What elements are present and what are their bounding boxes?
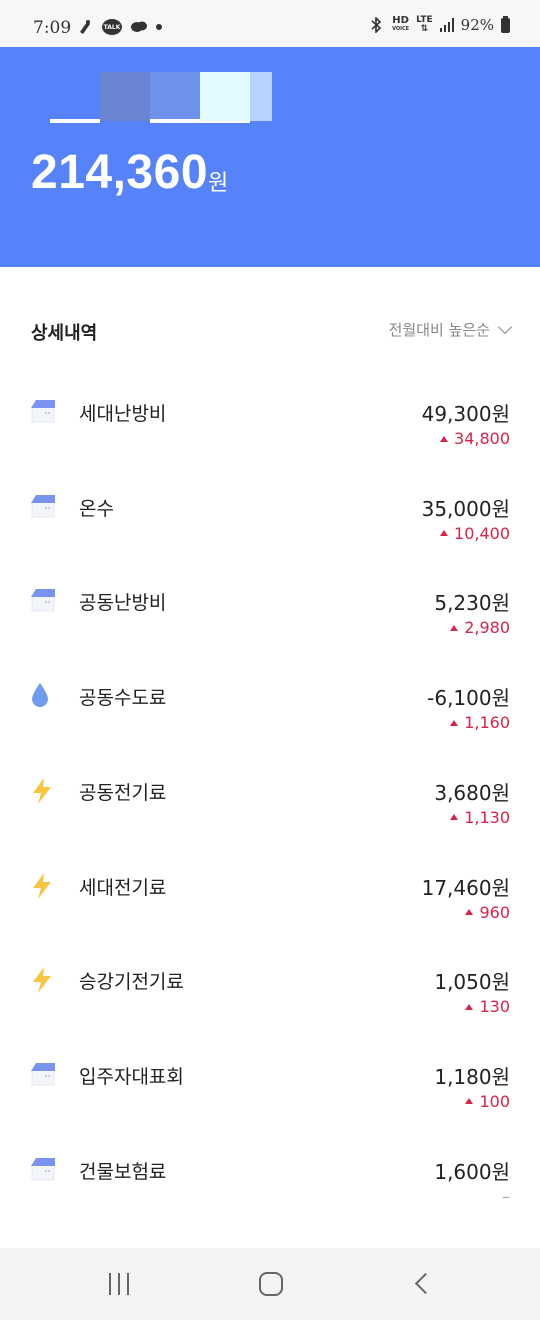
increase-arrow-icon	[450, 719, 459, 726]
status-bar: 7:09 TALK HD VOICE LTE ⇅ 92%	[0, 0, 540, 47]
section-title: 상세내역	[31, 323, 98, 344]
house-icon	[30, 493, 55, 519]
item-change: –	[502, 1187, 510, 1206]
signal-strength-icon	[439, 18, 454, 32]
increase-arrow-icon	[465, 1098, 474, 1105]
notification-icons: TALK	[76, 18, 162, 36]
item-change-value: 1,160	[464, 713, 510, 733]
list-item[interactable]: 온수 35,000원 10,400	[0, 493, 540, 583]
item-change: 34,800	[440, 429, 510, 448]
list-item[interactable]: 공동난방비 5,230원 2,980	[0, 587, 540, 677]
item-change-value: 10,400	[454, 523, 510, 543]
list-item[interactable]: 공동수도료 -6,100원 1,160	[0, 682, 540, 772]
back-button[interactable]	[414, 1272, 437, 1295]
list-item[interactable]: 승강기전기료 1,050원 130	[0, 966, 540, 1056]
item-change-value: –	[502, 1186, 510, 1206]
increase-arrow-icon	[440, 530, 449, 537]
battery-icon	[501, 15, 510, 33]
item-name: 공동전기료	[79, 781, 167, 804]
increase-arrow-icon	[440, 435, 449, 442]
lightning-icon	[30, 966, 54, 994]
hd-voice-sublabel: VOICE	[392, 26, 410, 32]
increase-arrow-icon	[465, 1003, 474, 1010]
item-name: 건물보험료	[79, 1160, 167, 1183]
home-button[interactable]	[259, 1272, 283, 1296]
item-name: 입주자대표회	[79, 1065, 184, 1088]
sort-dropdown[interactable]: 전월대비 높은순	[388, 319, 513, 340]
item-change: 2,980	[450, 618, 510, 637]
list-item[interactable]: 입주자대표회 1,180원 100	[0, 1061, 540, 1151]
item-amount: 1,050원	[434, 970, 510, 995]
item-change-value: 2,980	[464, 618, 510, 638]
increase-arrow-icon	[465, 909, 474, 915]
house-icon	[30, 398, 55, 424]
bluetooth-icon	[367, 16, 385, 34]
kakaotalk-icon: TALK	[102, 19, 122, 35]
item-change: 960	[465, 903, 510, 922]
chat-bubble-icon	[130, 18, 148, 36]
item-change: 130	[465, 997, 510, 1016]
item-change-value: 1,130	[464, 807, 510, 827]
list-item[interactable]: 건물보험료 1,600원 –	[0, 1156, 540, 1246]
item-amount: 5,230원	[434, 591, 510, 616]
water-drop-icon	[30, 682, 54, 708]
sort-label: 전월대비 높은순	[388, 321, 490, 339]
hd-voice-icon: HD VOICE	[392, 16, 409, 34]
item-amount: 17,460원	[421, 875, 510, 900]
item-name: 승강기전기료	[79, 971, 184, 994]
item-change-value: 960	[479, 902, 510, 922]
item-amount: 1,180원	[434, 1064, 510, 1089]
house-icon	[30, 1061, 55, 1087]
item-change: 100	[465, 1092, 510, 1111]
item-change-value: 34,800	[454, 429, 510, 448]
item-name: 세대전기료	[79, 876, 167, 899]
lte-icon: LTE ⇅	[416, 15, 433, 34]
house-icon	[30, 1156, 55, 1182]
status-time: 7:09	[33, 18, 72, 38]
item-change: 1,130	[450, 808, 510, 827]
total-amount-unit: 원	[208, 171, 229, 196]
recent-apps-button[interactable]	[109, 1273, 129, 1295]
more-notifications-dot-icon	[156, 24, 162, 30]
list-item[interactable]: 세대전기료 17,460원 960	[0, 872, 540, 962]
lte-label: LTE	[416, 15, 433, 25]
list-item[interactable]: 세대난방비 49,300원 34,800	[0, 398, 540, 488]
lightning-icon	[30, 872, 54, 899]
house-icon	[30, 587, 55, 613]
item-amount: 1,600원	[434, 1159, 510, 1184]
item-change-value: 100	[479, 1091, 510, 1111]
increase-arrow-icon	[450, 814, 459, 821]
item-name: 공동수도료	[79, 687, 167, 710]
item-change: 1,160	[450, 713, 510, 732]
list-item[interactable]: 공동전기료 3,680원 1,130	[0, 777, 540, 867]
bill-summary-header: 214,360 원	[0, 47, 540, 267]
item-name: 공동난방비	[79, 592, 167, 615]
item-change: 10,400	[440, 524, 510, 543]
increase-arrow-icon	[450, 624, 459, 631]
item-amount: 49,300원	[421, 402, 510, 426]
item-amount: 35,000원	[421, 496, 510, 521]
item-amount: -6,100원	[427, 686, 510, 711]
item-name: 세대난방비	[79, 403, 167, 425]
pen-notification-icon	[76, 18, 94, 36]
system-status-icons: HD VOICE LTE ⇅ 92%	[367, 15, 510, 34]
item-change-value: 130	[479, 997, 510, 1017]
total-amount: 214,360	[31, 146, 209, 199]
battery-percent: 92%	[460, 16, 494, 34]
item-name: 온수	[79, 497, 114, 520]
item-amount: 3,680원	[434, 780, 510, 805]
lightning-icon	[30, 777, 54, 804]
chevron-down-icon	[497, 319, 513, 334]
system-navigation-bar	[0, 1248, 540, 1320]
